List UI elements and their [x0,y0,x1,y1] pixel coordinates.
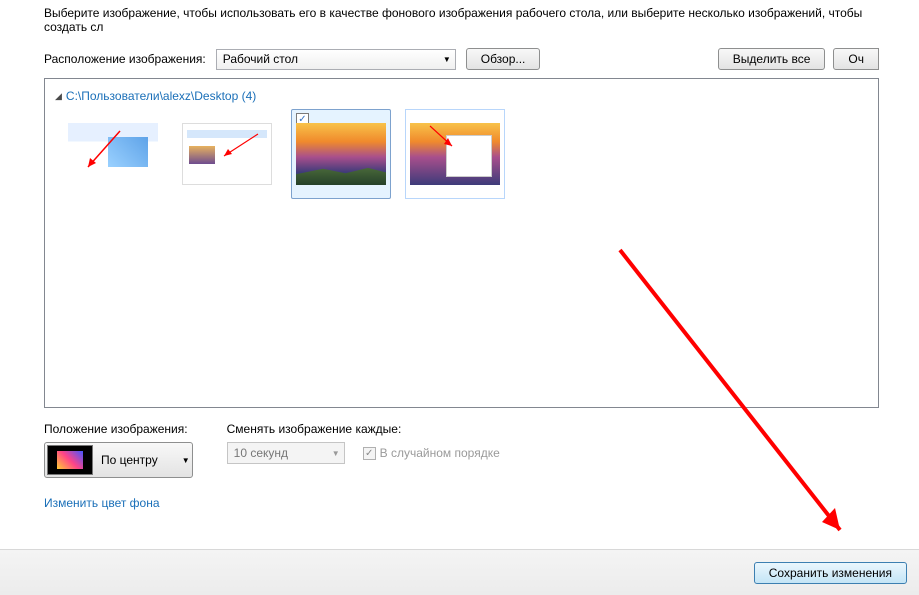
expand-triangle-icon[interactable]: ◢ [55,91,62,102]
interval-value: 10 секунд [234,446,288,460]
position-value: По центру [101,453,182,467]
chevron-down-icon: ▼ [443,55,451,64]
chevron-down-icon: ▼ [332,449,340,458]
location-row: Расположение изображения: Рабочий стол ▼… [44,48,879,70]
position-preview-icon [47,445,93,475]
thumbnail-image [68,123,158,185]
image-gallery: ◢ C:\Пользователи\alexz\Desktop (4) ✓ [44,78,879,408]
instruction-text: Выберите изображение, чтобы использовать… [44,6,879,34]
interval-label: Сменять изображение каждые: [227,422,500,436]
shuffle-label: В случайном порядке [380,446,500,460]
change-bg-color-link[interactable]: Изменить цвет фона [44,496,160,510]
thumbnail-image [182,123,272,185]
thumbnail-4[interactable] [405,109,505,199]
clear-button[interactable]: Оч [833,48,879,70]
gallery-path[interactable]: C:\Пользователи\alexz\Desktop (4) [66,89,256,103]
position-dropdown[interactable]: По центру ▼ [44,442,193,478]
location-dropdown[interactable]: Рабочий стол ▼ [216,49,456,70]
interval-dropdown: 10 секунд ▼ [227,442,345,464]
thumbnail-1[interactable] [63,109,163,199]
thumbnail-3[interactable]: ✓ [291,109,391,199]
shuffle-checkbox: ✓ [363,447,376,460]
location-label: Расположение изображения: [44,52,206,66]
browse-button[interactable]: Обзор... [466,48,541,70]
shuffle-option: ✓ В случайном порядке [363,446,500,460]
location-value: Рабочий стол [223,52,298,66]
select-all-button[interactable]: Выделить все [718,48,826,70]
footer: Сохранить изменения [0,549,919,595]
thumbnail-image [296,123,386,185]
thumbnail-2[interactable] [177,109,277,199]
chevron-down-icon: ▼ [182,456,190,465]
position-label: Положение изображения: [44,422,193,436]
save-button[interactable]: Сохранить изменения [754,562,907,584]
thumbnail-image [410,123,500,185]
